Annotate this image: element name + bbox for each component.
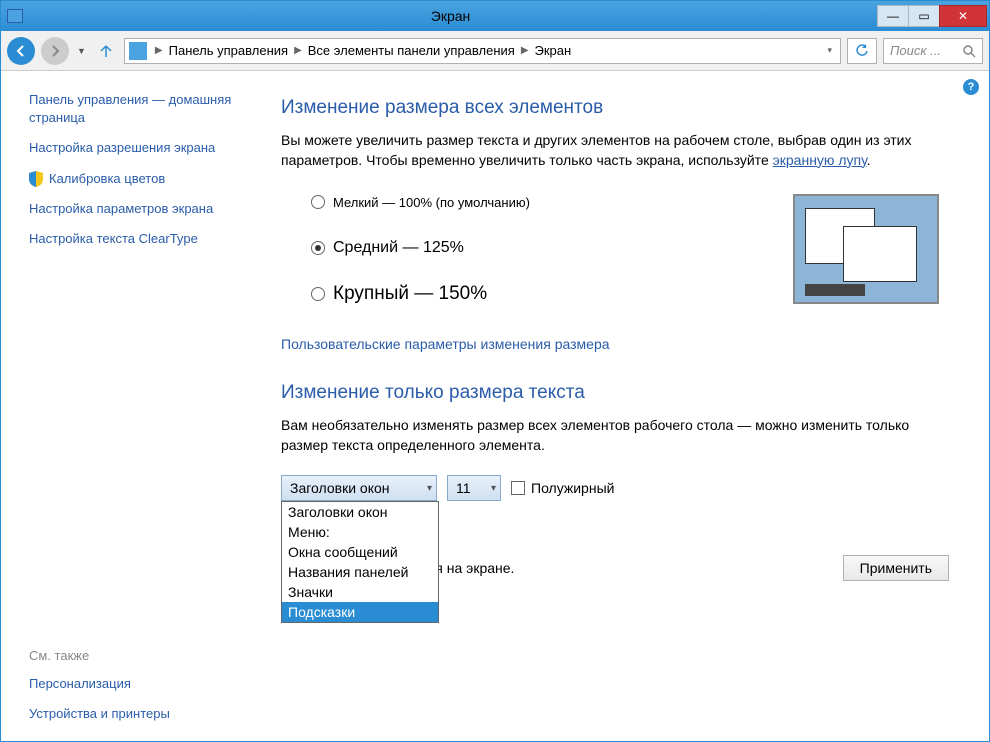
bold-checkbox[interactable]: Полужирный [511, 480, 614, 496]
breadcrumb-item[interactable]: Панель управления [169, 43, 288, 58]
dropdown-option[interactable]: Окна сообщений [282, 542, 438, 562]
app-icon [7, 9, 23, 23]
radio-medium[interactable]: Средний — 125% [311, 236, 793, 260]
element-select[interactable]: Заголовки окон ▾ Заголовки окон Меню: Ок… [281, 475, 437, 501]
sidebar-link-resolution[interactable]: Настройка разрешения экрана [29, 139, 257, 157]
refresh-icon [855, 44, 869, 58]
search-icon [962, 44, 976, 58]
chevron-down-icon: ▾ [427, 483, 432, 494]
checkbox-label: Полужирный [531, 480, 614, 496]
search-input[interactable]: Поиск ... [883, 38, 983, 64]
checkbox-icon [511, 481, 525, 495]
sidebar-link-devices[interactable]: Устройства и принтеры [29, 705, 257, 723]
sidebar-home-link[interactable]: Панель управления — домашняя страница [29, 91, 257, 127]
arrow-up-icon [98, 43, 114, 59]
breadcrumb-item[interactable]: Экран [535, 43, 572, 58]
close-button[interactable]: ✕ [939, 5, 987, 27]
sidebar-link-params[interactable]: Настройка параметров экрана [29, 200, 257, 218]
arrow-right-icon [48, 44, 62, 58]
description-1: Вы можете увеличить размер текста и друг… [281, 131, 949, 170]
dropdown-list: Заголовки окон Меню: Окна сообщений Назв… [281, 501, 439, 623]
breadcrumb[interactable]: ▶ Панель управления ▶ Все элементы панел… [124, 38, 841, 64]
magnifier-link[interactable]: экранную лупу [773, 152, 867, 168]
window-title: Экран [23, 8, 878, 24]
recent-dropdown[interactable]: ▼ [75, 46, 88, 56]
chevron-right-icon: ▶ [517, 45, 533, 56]
toolbar: ▼ ▶ Панель управления ▶ Все элементы пан… [1, 31, 989, 71]
radio-icon [311, 241, 325, 255]
dropdown-option[interactable]: Заголовки окон [282, 502, 438, 522]
search-placeholder: Поиск ... [890, 43, 962, 58]
radio-label: Крупный — 150% [333, 283, 487, 305]
dropdown-option[interactable]: Названия панелей [282, 562, 438, 582]
custom-size-link[interactable]: Пользовательские параметры изменения раз… [281, 336, 610, 352]
heading-size-all: Изменение размера всех элементов [281, 97, 949, 119]
chevron-down-icon: ▾ [491, 483, 496, 494]
monitor-icon [129, 42, 147, 60]
description-2: Вам необязательно изменять размер всех э… [281, 416, 949, 455]
see-also-header: См. также [29, 648, 257, 663]
minimize-button[interactable]: — [877, 5, 909, 27]
forward-button[interactable] [41, 37, 69, 65]
refresh-button[interactable] [847, 38, 877, 64]
up-button[interactable] [94, 39, 118, 63]
breadcrumb-item[interactable]: Все элементы панели управления [308, 43, 515, 58]
sidebar: Панель управления — домашняя страница На… [1, 71, 271, 741]
radio-icon [311, 287, 325, 301]
preview-image [793, 194, 939, 304]
dropdown-option[interactable]: Значки [282, 582, 438, 602]
chevron-right-icon: ▶ [151, 45, 167, 56]
combo-value: 11 [456, 480, 471, 496]
heading-text-only: Изменение только размера текста [281, 382, 949, 404]
sidebar-link-cleartype[interactable]: Настройка текста ClearType [29, 230, 257, 248]
sidebar-link-personalization[interactable]: Персонализация [29, 675, 257, 693]
combo-value: Заголовки окон [290, 480, 390, 496]
apply-button[interactable]: Применить [843, 555, 949, 581]
radio-icon [311, 195, 325, 209]
dropdown-option[interactable]: Меню: [282, 522, 438, 542]
radio-large[interactable]: Крупный — 150% [311, 282, 793, 306]
radio-small[interactable]: Мелкий — 100% (по умолчанию) [311, 190, 793, 214]
titlebar: Экран — ▭ ✕ [1, 1, 989, 31]
maximize-button[interactable]: ▭ [908, 5, 940, 27]
main-panel: Изменение размера всех элементов Вы може… [271, 71, 989, 741]
back-button[interactable] [7, 37, 35, 65]
dropdown-option[interactable]: Подсказки [282, 602, 438, 622]
sidebar-link-calibration[interactable]: Калибровка цветов [29, 170, 257, 188]
fontsize-select[interactable]: 11 ▾ [447, 475, 501, 501]
shield-icon [29, 171, 43, 187]
radio-label: Мелкий — 100% (по умолчанию) [333, 195, 530, 210]
chevron-down-icon[interactable]: ▾ [823, 45, 836, 56]
radio-label: Средний — 125% [333, 239, 464, 257]
arrow-left-icon [14, 44, 28, 58]
chevron-right-icon: ▶ [290, 45, 306, 56]
